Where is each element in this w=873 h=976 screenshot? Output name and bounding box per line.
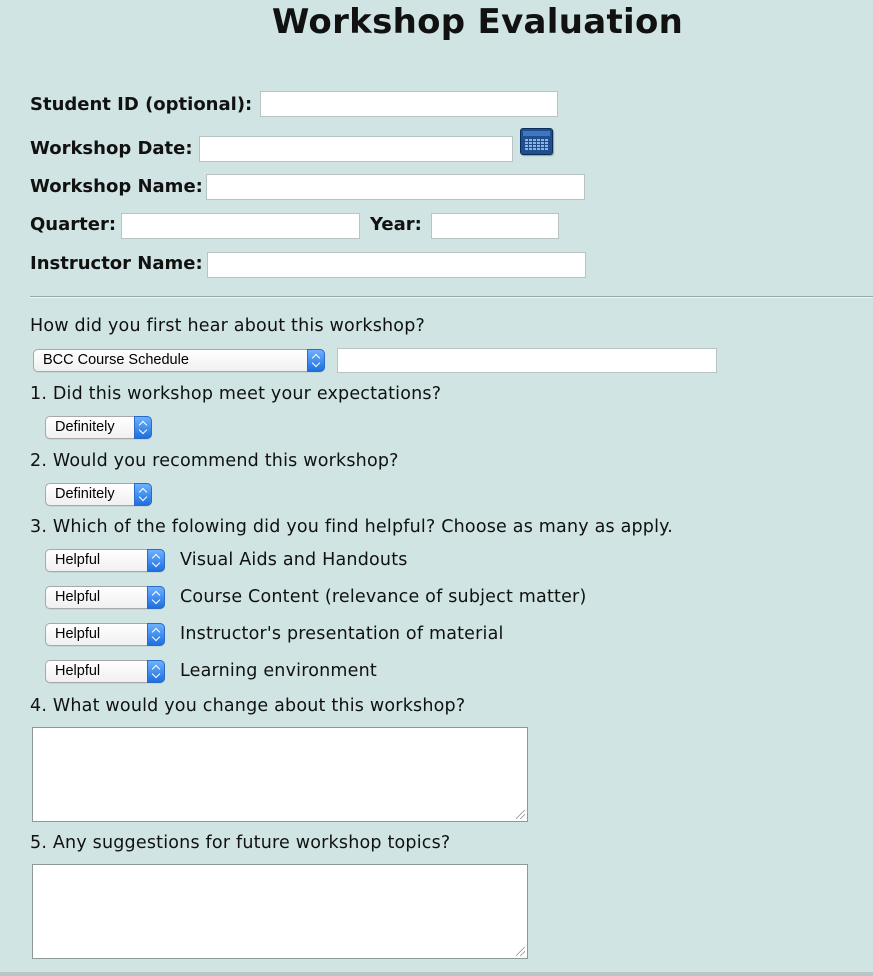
q5-question: 5. Any suggestions for future workshop t… [30,833,451,853]
q1-select-value: Definitely [55,419,115,435]
section-divider [30,296,873,298]
resize-grip-icon[interactable] [516,810,525,819]
quarter-label: Quarter: [30,214,117,235]
source-question: How did you first hear about this worksh… [30,316,426,336]
year-label: Year: [370,214,422,235]
q3-select-value: Helpful [55,663,101,679]
workshop-name-field[interactable] [206,174,585,200]
q5-textarea[interactable] [32,864,528,959]
q4-textarea[interactable] [32,727,528,822]
q1-select[interactable]: Definitely [45,416,152,439]
workshop-name-label: Workshop Name: [30,176,203,197]
instructor-label: Instructor Name: [30,253,203,274]
q2-select[interactable]: Definitely [45,483,152,506]
year-field[interactable] [431,213,559,239]
chevron-updown-icon [147,586,165,609]
q3-question: 3. Which of the folowing did you find he… [30,517,674,537]
q3-item-label: Visual Aids and Handouts [180,550,408,570]
q3-select-value: Helpful [55,626,101,642]
chevron-updown-icon [134,416,152,439]
student-id-label: Student ID (optional): [30,94,253,115]
page-bottom-edge [0,972,873,976]
workshop-date-field[interactable] [199,136,513,162]
q2-select-value: Definitely [55,486,115,502]
chevron-updown-icon [147,660,165,683]
q3-item-label: Learning environment [180,661,377,681]
source-other-field[interactable] [337,348,717,373]
resize-grip-icon[interactable] [516,947,525,956]
source-select[interactable]: BCC Course Schedule [33,349,325,372]
chevron-updown-icon [307,349,325,372]
calendar-header [523,131,550,136]
workshop-date-label: Workshop Date: [30,138,193,159]
q3-select-value: Helpful [55,552,101,568]
instructor-field[interactable] [207,252,586,278]
student-id-field[interactable] [260,91,558,117]
chevron-updown-icon [134,483,152,506]
q2-question: 2. Would you recommend this workshop? [30,451,399,471]
q3-select-instructor-presentation[interactable]: Helpful [45,623,165,646]
page-title: Workshop Evaluation [271,2,684,42]
chevron-updown-icon [147,549,165,572]
q1-question: 1. Did this workshop meet your expectati… [30,384,442,404]
q3-select-course-content[interactable]: Helpful [45,586,165,609]
q3-select-value: Helpful [55,589,101,605]
q3-select-learning-environment[interactable]: Helpful [45,660,165,683]
q4-question: 4. What would you change about this work… [30,696,466,716]
source-select-value: BCC Course Schedule [43,352,189,368]
calendar-grid [524,138,549,151]
calendar-icon[interactable] [520,128,553,155]
q3-item-label: Instructor's presentation of material [180,624,504,644]
q3-select-visual-aids[interactable]: Helpful [45,549,165,572]
q3-item-label: Course Content (relevance of subject mat… [180,587,587,607]
chevron-updown-icon [147,623,165,646]
quarter-field[interactable] [121,213,360,239]
